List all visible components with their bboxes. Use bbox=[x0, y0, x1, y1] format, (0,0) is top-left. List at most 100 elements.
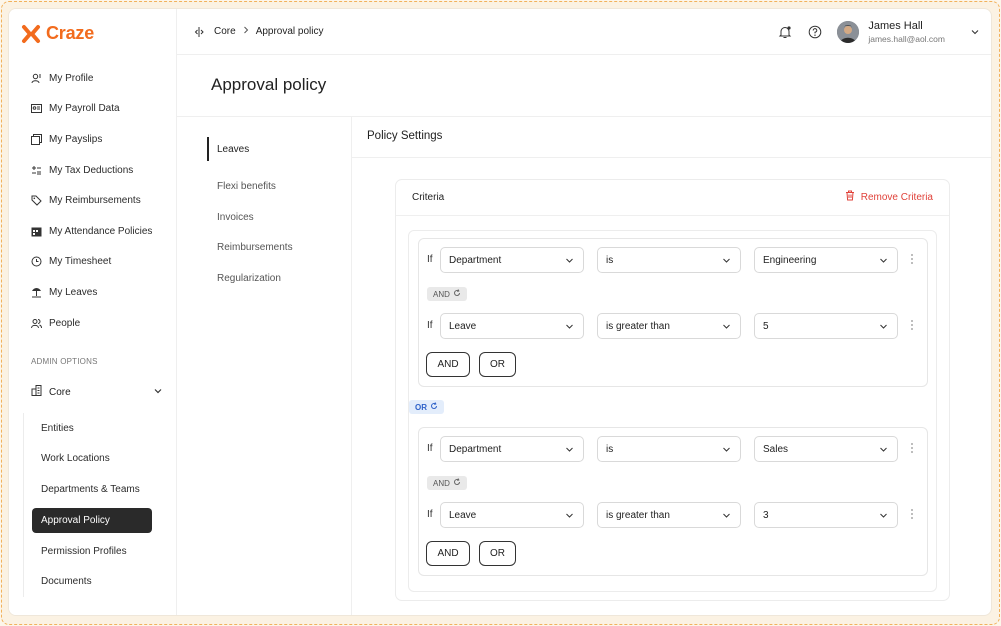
chevron-down-icon bbox=[722, 322, 731, 334]
sidebar-item-label: People bbox=[49, 317, 81, 329]
sidebar-item-label: My Attendance Policies bbox=[49, 225, 153, 237]
sidebar-item-label: My Payslips bbox=[49, 133, 103, 145]
chevron-down-icon bbox=[565, 445, 574, 457]
value-select[interactable]: Engineering bbox=[754, 247, 898, 273]
if-label: If bbox=[427, 509, 433, 520]
sidebar-item-people[interactable]: People bbox=[9, 308, 177, 339]
connector-label: OR bbox=[415, 402, 427, 412]
operator-select[interactable]: is greater than bbox=[597, 313, 741, 339]
chevron-down-icon bbox=[879, 322, 888, 334]
field-select[interactable]: Leave bbox=[440, 502, 584, 528]
avatar[interactable] bbox=[837, 21, 860, 43]
beach-icon bbox=[31, 287, 42, 298]
policy-nav-flexi-benefits[interactable]: Flexi benefits bbox=[217, 181, 276, 192]
building-icon bbox=[31, 385, 42, 399]
operator-value: is greater than bbox=[606, 320, 670, 332]
criteria-card: Criteria Remove Criteria If Department i… bbox=[395, 179, 950, 601]
sidebar-item-label: My Timesheet bbox=[49, 256, 112, 268]
add-and-button[interactable]: AND bbox=[426, 541, 470, 566]
sidebar-item-my-payslips[interactable]: My Payslips bbox=[9, 124, 177, 155]
sidebar-subitem-permission-profiles[interactable]: Permission Profiles bbox=[24, 536, 163, 567]
sidebar-item-label: My Profile bbox=[49, 72, 94, 84]
sidebar-item-my-reimbursements[interactable]: My Reimbursements bbox=[9, 185, 177, 216]
more-vertical-icon[interactable] bbox=[910, 442, 914, 454]
operator-select[interactable]: is bbox=[597, 436, 741, 462]
chevron-down-icon[interactable] bbox=[967, 24, 983, 40]
field-select[interactable]: Department bbox=[440, 436, 584, 462]
criteria-label: Criteria bbox=[412, 192, 445, 203]
add-or-button[interactable]: OR bbox=[479, 352, 516, 377]
condition-row: If Leave is greater than 5 bbox=[419, 313, 929, 339]
operator-select[interactable]: is bbox=[597, 247, 741, 273]
chevron-down-icon bbox=[565, 322, 574, 334]
policy-settings-title: Policy Settings bbox=[367, 130, 443, 142]
divider bbox=[352, 157, 991, 158]
people-icon bbox=[31, 318, 42, 329]
clock-icon bbox=[31, 256, 42, 267]
value-select[interactable]: Sales bbox=[754, 436, 898, 462]
more-vertical-icon[interactable] bbox=[910, 508, 914, 520]
value-select[interactable]: 3 bbox=[754, 502, 898, 528]
value-select[interactable]: 5 bbox=[754, 313, 898, 339]
add-or-button[interactable]: OR bbox=[479, 541, 516, 566]
more-vertical-icon[interactable] bbox=[910, 319, 914, 331]
more-vertical-icon[interactable] bbox=[910, 253, 914, 265]
notification-bell-icon[interactable] bbox=[777, 24, 793, 40]
condition-group: If Department is Engineering AND If Leav… bbox=[418, 238, 928, 387]
sidebar-subitem-documents[interactable]: Documents bbox=[24, 566, 163, 597]
criteria-outer-group: If Department is Engineering AND If Leav… bbox=[408, 230, 937, 592]
policy-nav-invoices[interactable]: Invoices bbox=[217, 212, 254, 223]
field-value: Department bbox=[449, 443, 502, 455]
breadcrumb-core[interactable]: Core bbox=[214, 26, 236, 37]
user-icon bbox=[31, 73, 42, 84]
user-info[interactable]: James Hall james.hall@aol.com bbox=[868, 20, 945, 43]
sidebar-item-my-payroll-data[interactable]: My Payroll Data bbox=[9, 94, 177, 125]
or-connector-chip[interactable]: OR bbox=[409, 400, 444, 414]
chevron-down-icon bbox=[722, 445, 731, 457]
sidebar-item-my-profile[interactable]: My Profile bbox=[9, 63, 177, 94]
sidebar-item-my-leaves[interactable]: My Leaves bbox=[9, 277, 177, 308]
sidebar-nav: My Profile My Payroll Data My Payslips M… bbox=[9, 63, 177, 338]
user-name: James Hall bbox=[868, 20, 923, 33]
sidebar-item-label: My Reimbursements bbox=[49, 195, 141, 207]
remove-criteria-label: Remove Criteria bbox=[860, 191, 933, 203]
breadcrumb: Core Approval policy bbox=[192, 24, 324, 40]
user-email: james.hall@aol.com bbox=[868, 33, 945, 44]
policy-nav-regularization[interactable]: Regularization bbox=[217, 273, 281, 284]
divider bbox=[396, 215, 949, 216]
sidebar-subitem-departments-teams[interactable]: Departments & Teams bbox=[24, 474, 163, 505]
policy-nav-leaves[interactable]: Leaves bbox=[217, 144, 249, 155]
calendar-icon bbox=[31, 226, 42, 237]
admin-options-label: ADMIN OPTIONS bbox=[31, 357, 98, 366]
active-indicator bbox=[207, 137, 209, 161]
tax-icon bbox=[31, 165, 42, 176]
chevron-down-icon bbox=[153, 386, 163, 399]
refresh-icon bbox=[453, 478, 461, 488]
chevron-down-icon bbox=[565, 511, 574, 523]
operator-value: is bbox=[606, 254, 614, 266]
sidebar-subitem-work-locations[interactable]: Work Locations bbox=[24, 444, 163, 475]
and-connector-chip[interactable]: AND bbox=[427, 287, 467, 301]
sidebar-item-my-tax-deductions[interactable]: My Tax Deductions bbox=[9, 155, 177, 186]
operator-value: is greater than bbox=[606, 509, 670, 521]
field-select[interactable]: Department bbox=[440, 247, 584, 273]
add-and-button[interactable]: AND bbox=[426, 352, 470, 377]
sidebar-subitem-approval-policy[interactable]: Approval Policy bbox=[32, 507, 152, 533]
sidebar-toggle-icon[interactable] bbox=[192, 24, 208, 40]
sidebar-item-my-attendance-policies[interactable]: My Attendance Policies bbox=[9, 216, 177, 247]
breadcrumb-approval-policy: Approval policy bbox=[255, 26, 324, 37]
operator-select[interactable]: is greater than bbox=[597, 502, 741, 528]
sidebar-item-my-timesheet[interactable]: My Timesheet bbox=[9, 247, 177, 278]
remove-criteria-button[interactable]: Remove Criteria bbox=[845, 190, 933, 204]
core-subnav: Entities Work Locations Departments & Te… bbox=[23, 413, 163, 597]
field-select[interactable]: Leave bbox=[440, 313, 584, 339]
help-icon[interactable] bbox=[807, 24, 823, 40]
condition-row: If Department is Engineering bbox=[419, 247, 929, 273]
sidebar-subitem-entities[interactable]: Entities bbox=[24, 413, 163, 444]
brand-logo[interactable]: Craze bbox=[21, 23, 94, 44]
policy-nav-reimbursements[interactable]: Reimbursements bbox=[217, 242, 293, 253]
tag-icon bbox=[31, 195, 42, 206]
and-connector-chip[interactable]: AND bbox=[427, 476, 467, 490]
chevron-down-icon bbox=[722, 511, 731, 523]
sidebar-item-core[interactable]: Core bbox=[9, 377, 177, 407]
